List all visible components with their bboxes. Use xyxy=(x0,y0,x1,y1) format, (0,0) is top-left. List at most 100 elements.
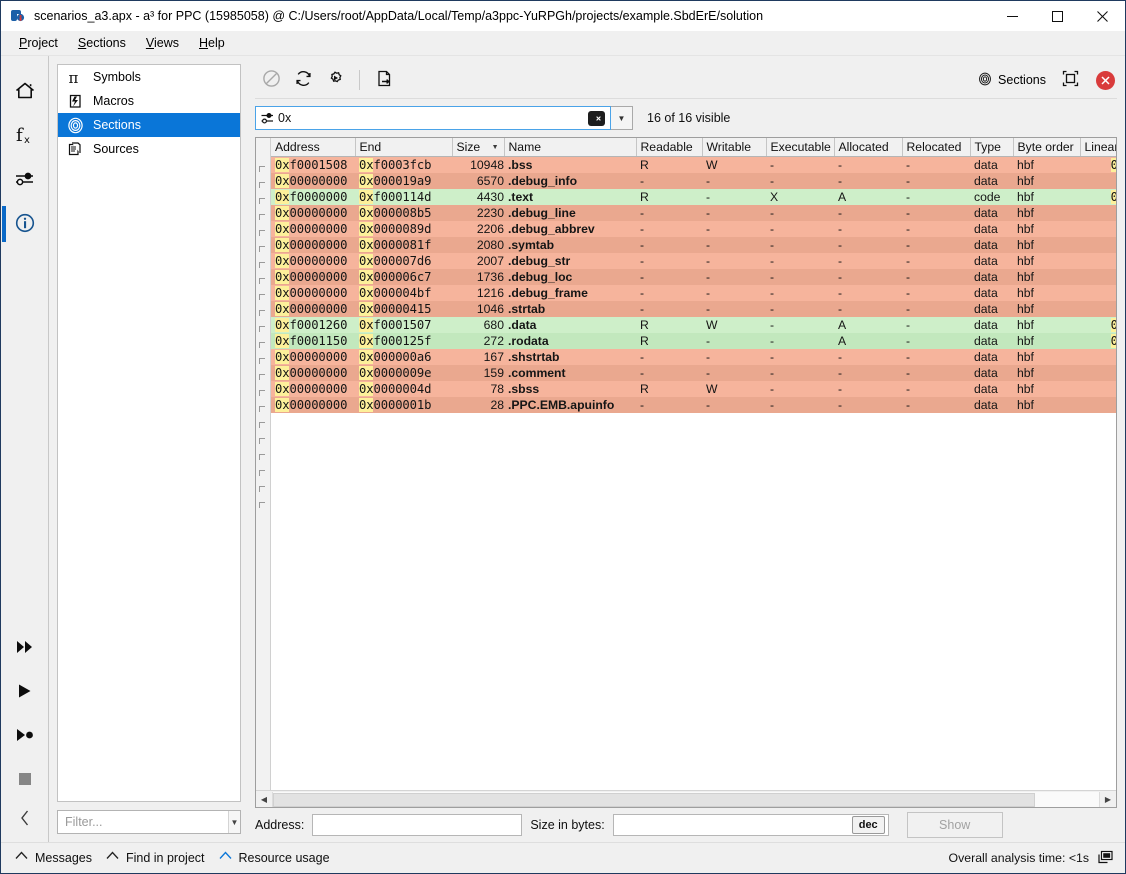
rail-stop-button[interactable] xyxy=(2,758,48,802)
cell-byte_order: hbf xyxy=(1013,381,1080,397)
rail-run-to-button[interactable] xyxy=(2,714,48,758)
refresh-button[interactable] xyxy=(287,65,319,95)
application-window: scenarios_a3.apx - a³ for PPC (15985058)… xyxy=(0,0,1126,874)
status-messages-button[interactable]: Messages xyxy=(11,849,102,867)
hex-prefix: 0x xyxy=(1110,158,1116,172)
scrollbar-track[interactable] xyxy=(273,791,1099,807)
cell-linear_address: 0x0 xyxy=(1080,349,1116,365)
cell-byte_order: hbf xyxy=(1013,221,1080,237)
cell-relocated: - xyxy=(902,253,970,269)
scroll-right-arrow-icon[interactable]: ▶ xyxy=(1099,791,1116,807)
close-pane-button[interactable] xyxy=(1096,70,1115,90)
sidebar-item-symbols[interactable]: π Symbols xyxy=(58,65,240,89)
menu-sections[interactable]: Sections xyxy=(68,33,136,53)
column-header-linear_address[interactable]: Linear address xyxy=(1080,138,1116,157)
cell-byte_order: hbf xyxy=(1013,349,1080,365)
table-row[interactable]: 0x00000000 0x00000415 1046 .strtab - - - - - data… xyxy=(271,301,1116,317)
navigator-filter[interactable]: ▼ xyxy=(57,810,241,834)
table-row[interactable]: 0x00000000 0x000000a6 167 .shstrtab - - - - - dat… xyxy=(271,349,1116,365)
sidebar-item-sections[interactable]: Sections xyxy=(58,113,240,137)
column-header-byte_order[interactable]: Byte order xyxy=(1013,138,1081,157)
search-history-dropdown[interactable]: ▼ xyxy=(611,106,633,130)
table-row[interactable]: 0xf0001508 0xf0003fcb 10948 .bss R W - - - data hb… xyxy=(271,156,1116,173)
column-header-readable[interactable]: Readable xyxy=(636,138,703,157)
address-field[interactable] xyxy=(312,814,523,836)
rail-run-button[interactable] xyxy=(2,670,48,714)
cancel-button[interactable] xyxy=(255,65,287,95)
table-row[interactable]: 0x00000000 0x000004bf 1216 .debug_frame - - - -… xyxy=(271,285,1116,301)
show-button[interactable]: Show xyxy=(906,812,1003,838)
cell-linear_address: 0x0 xyxy=(1080,397,1116,413)
menu-views-mnemonic: V xyxy=(145,36,154,50)
column-header-end[interactable]: End xyxy=(355,138,453,157)
column-header-writable[interactable]: Writable xyxy=(702,138,767,157)
sidebar-item-sources[interactable]: Sources xyxy=(58,137,240,161)
size-input[interactable] xyxy=(613,817,852,833)
rail-functions-button[interactable]: f x xyxy=(2,114,48,158)
table-row[interactable]: 0x00000000 0x000019a9 6570 .debug_info - - - - -… xyxy=(271,173,1116,189)
hex-value: 000000a6 xyxy=(373,350,432,364)
pane-title: Sections xyxy=(972,72,1052,89)
column-header-executable[interactable]: Executable xyxy=(766,138,835,157)
marker-gutter[interactable] xyxy=(256,138,271,790)
minimize-button[interactable] xyxy=(990,1,1035,31)
column-header-type[interactable]: Type xyxy=(970,138,1014,157)
horizontal-scrollbar[interactable]: ◀ ▶ xyxy=(256,790,1116,807)
table-row[interactable]: 0x00000000 0x0000081f 2080 .symtab - - - - - data… xyxy=(271,237,1116,253)
cell-relocated: - xyxy=(902,365,970,381)
rail-run-all-button[interactable] xyxy=(2,626,48,670)
filter-input[interactable] xyxy=(58,811,228,833)
table-row[interactable]: 0x00000000 0x0000001b 28 .PPC.EMB.apuinfo - -… xyxy=(271,397,1116,413)
rail-collapse-button[interactable] xyxy=(2,802,48,836)
hex-prefix: 0x xyxy=(359,254,374,268)
table-row[interactable]: 0x00000000 0x0000089d 2206 .debug_abbrev - - -… xyxy=(271,221,1116,237)
cell-type: code xyxy=(970,189,1013,205)
analyze-button[interactable] xyxy=(319,65,351,95)
table-row[interactable]: 0x00000000 0x000006c7 1736 .debug_loc - - - - - d… xyxy=(271,269,1116,285)
scroll-left-arrow-icon[interactable]: ◀ xyxy=(256,791,273,807)
table-row[interactable]: 0xf0000000 0xf000114d 4430 .text R - X A - code hb… xyxy=(271,189,1116,205)
size-unit-toggle[interactable]: dec xyxy=(851,816,885,834)
cell-end: 0x000007d6 xyxy=(355,253,452,269)
column-header-address[interactable]: Address xyxy=(271,138,356,157)
scrollbar-thumb[interactable] xyxy=(273,792,1035,807)
cell-writable: - xyxy=(702,173,766,189)
clear-search-icon[interactable] xyxy=(588,110,605,126)
cell-type: data xyxy=(970,269,1013,285)
menu-help[interactable]: Help xyxy=(189,33,235,53)
export-button[interactable] xyxy=(368,65,400,95)
column-header-size[interactable]: Size ▼ xyxy=(452,138,505,157)
maximize-pane-button[interactable] xyxy=(1054,65,1086,95)
menu-project[interactable]: Project xyxy=(9,33,68,53)
column-header-allocated[interactable]: Allocated xyxy=(834,138,903,157)
rail-info-button[interactable] xyxy=(1,202,48,246)
cell-end: 0x000006c7 xyxy=(355,269,452,285)
status-resource-usage-button[interactable]: Resource usage xyxy=(215,849,340,867)
search-input[interactable] xyxy=(278,111,588,125)
cell-linear_address: 0x0 xyxy=(1080,237,1116,253)
maximize-button[interactable] xyxy=(1035,1,1080,31)
table-row[interactable]: 0x00000000 0x000007d6 2007 .debug_str - - - - - d… xyxy=(271,253,1116,269)
sidebar-item-macros[interactable]: Macros xyxy=(58,89,240,113)
status-find-in-project-button[interactable]: Find in project xyxy=(102,849,215,867)
column-header-name[interactable]: Name xyxy=(504,138,637,157)
size-field[interactable]: dec xyxy=(612,814,889,836)
menu-views[interactable]: Views xyxy=(136,33,189,53)
hex-value: 00000000 xyxy=(289,254,348,268)
table-row[interactable]: 0xf0001260 0xf0001507 680 .data R W - A - data hbf… xyxy=(271,317,1116,333)
cell-size: 272 xyxy=(452,333,504,349)
hex-value: 000007d6 xyxy=(373,254,432,268)
table-row[interactable]: 0xf0001150 0xf000125f 272 .rodata R - - A - data h… xyxy=(271,333,1116,349)
table-row[interactable]: 0x00000000 0x000008b5 2230 .debug_line - - - - -… xyxy=(271,205,1116,221)
chevron-down-icon[interactable]: ▼ xyxy=(228,811,240,833)
column-header-relocated[interactable]: Relocated xyxy=(902,138,971,157)
rail-settings-button[interactable] xyxy=(2,158,48,202)
table-row[interactable]: 0x00000000 0x0000009e 159 .comment - - - - - data… xyxy=(271,365,1116,381)
monitor-icon[interactable] xyxy=(1098,849,1113,867)
cell-allocated: A xyxy=(834,333,902,349)
rail-home-button[interactable] xyxy=(2,70,48,114)
close-button[interactable] xyxy=(1080,1,1125,31)
search-box[interactable] xyxy=(255,106,611,130)
address-input[interactable] xyxy=(313,817,522,833)
table-row[interactable]: 0x000000000x0000004d78.sbssRW---datahbf0… xyxy=(271,381,1116,397)
